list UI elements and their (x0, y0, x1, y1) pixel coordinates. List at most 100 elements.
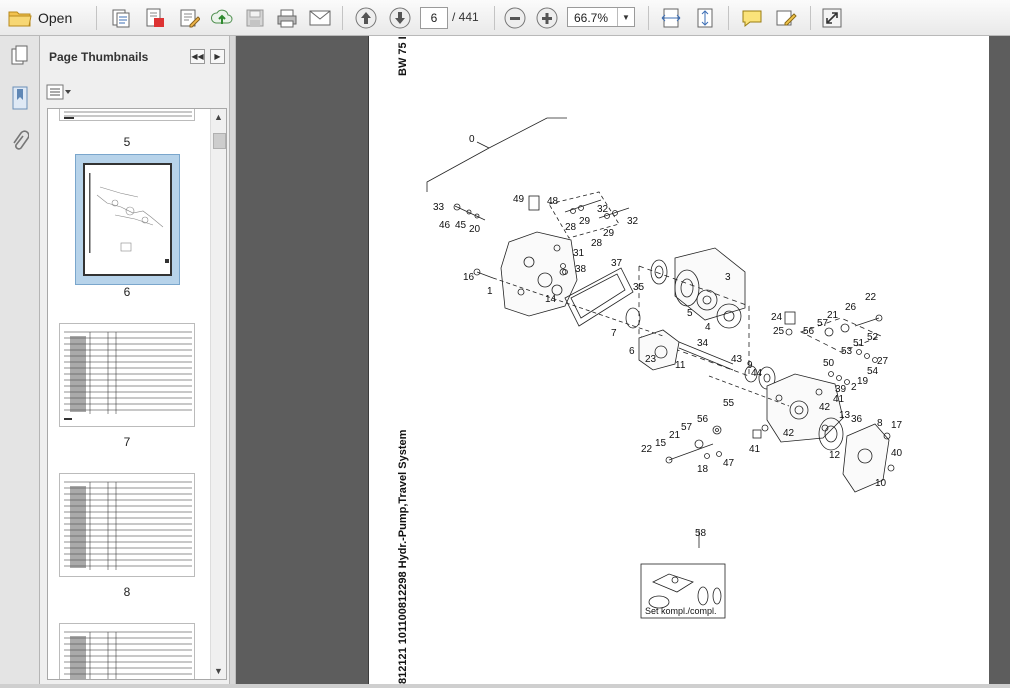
callout-label: 12 (829, 450, 841, 461)
callout-label: 43 (731, 354, 743, 365)
callout-label: 0 (469, 134, 475, 145)
callout-label: 18 (697, 464, 709, 475)
callout-label: 21 (827, 310, 839, 321)
callout-label: 6 (629, 346, 635, 357)
callout-label: 11 (675, 360, 686, 371)
callout-label: 36 (851, 414, 863, 425)
toolbar-separator (96, 6, 97, 30)
callout-label: 52 (867, 332, 879, 343)
fullscreen-icon[interactable] (818, 5, 846, 31)
email-icon[interactable] (306, 5, 334, 31)
thumbnail-options-button[interactable] (46, 83, 72, 101)
collapse-panel-button[interactable]: ◀◀ (190, 49, 205, 64)
fit-width-icon[interactable] (658, 5, 684, 31)
callout-label: 47 (723, 458, 735, 469)
callout-label: 34 (697, 338, 709, 349)
expand-panel-button[interactable]: ▶ (210, 49, 225, 64)
callout-label: 24 (771, 312, 783, 323)
callout-label: 29 (603, 228, 615, 239)
callout-label: 41 (749, 444, 761, 455)
fit-page-icon[interactable] (692, 5, 718, 31)
callout-label: 44 (751, 368, 763, 379)
callout-label: 1 (487, 286, 493, 297)
callout-label: 55 (723, 398, 735, 409)
comment-icon[interactable] (738, 5, 766, 31)
callout-label: 19 (857, 376, 869, 387)
panel-header: Page Thumbnails ◀◀ ▶ (40, 36, 230, 76)
thumbnail-page-7[interactable] (59, 323, 195, 427)
thumbnail-list[interactable]: 5 6 7 8 ▲ ▼ (47, 108, 227, 680)
exploded-parts-diagram: 0 49 48 33 46 45 20 32 29 28 32 29 28 31… (426, 117, 903, 619)
thumbnail-label: 6 (123, 285, 131, 299)
callout-label: 41 (833, 394, 845, 405)
callout-label: 54 (867, 366, 879, 377)
callout-label: 56 (697, 414, 709, 425)
cloud-upload-icon[interactable] (208, 5, 236, 31)
zoom-out-icon[interactable] (502, 5, 528, 31)
callout-label: 40 (891, 448, 903, 459)
callout-label: 32 (627, 216, 639, 227)
callout-label: 31 (573, 248, 585, 259)
page-thumbnails-icon[interactable] (8, 42, 32, 70)
chevron-down-icon[interactable]: ▼ (617, 8, 634, 26)
callout-label: 48 (547, 196, 559, 207)
thumbnail-label: 8 (123, 585, 131, 599)
open-button[interactable]: Open (8, 5, 84, 31)
highlight-icon[interactable] (772, 5, 800, 31)
callout-label: 46 (439, 220, 451, 231)
navigation-rail (0, 36, 40, 688)
callout-label: 45 (455, 220, 467, 231)
print-icon[interactable] (274, 5, 300, 31)
create-pdf-icon[interactable] (108, 5, 134, 31)
callout-label: 21 (669, 430, 681, 441)
callout-label: 33 (433, 202, 445, 213)
callout-label: 10 (875, 478, 887, 489)
panel-title: Page Thumbnails (49, 50, 149, 64)
callout-label: 3 (725, 272, 731, 283)
toolbar-separator (494, 6, 495, 30)
zoom-value: 66.7% (574, 11, 609, 25)
horizontal-scrollbar[interactable] (0, 684, 1010, 688)
callout-label: 14 (545, 294, 557, 305)
callout-label: 53 (841, 346, 853, 357)
callout-label: 27 (877, 356, 889, 367)
callout-label: 13 (839, 410, 851, 421)
toolbar-separator (648, 6, 649, 30)
scroll-down-arrow-icon[interactable]: ▼ (211, 663, 226, 679)
callout-label: 25 (773, 326, 785, 337)
open-label: Open (38, 10, 73, 26)
kit-label: Set kompl./compl. (645, 606, 717, 616)
callout-label: 42 (783, 428, 795, 439)
callout-label: 4 (705, 322, 711, 333)
callout-label: 28 (565, 222, 577, 233)
zoom-in-icon[interactable] (534, 5, 560, 31)
callout-label: 23 (645, 354, 657, 365)
attachments-icon[interactable] (8, 128, 32, 156)
thumbnail-page-9[interactable] (59, 623, 195, 679)
bookmarks-icon[interactable] (8, 84, 32, 112)
callout-label: 37 (611, 258, 623, 269)
thumbnail-page-8[interactable] (59, 473, 195, 577)
folder-icon (8, 8, 32, 28)
toolbar: Open 6 / 441 66.7% ▼ (0, 0, 1010, 36)
document-viewer[interactable]: BW 75 I 812121 101100812298 Hydr.-Pump,T… (236, 36, 1010, 688)
document-page: BW 75 I 812121 101100812298 Hydr.-Pump,T… (368, 36, 989, 688)
callout-label: 20 (469, 224, 481, 235)
form-edit-icon[interactable] (176, 5, 202, 31)
page-number-input[interactable]: 6 (420, 7, 448, 29)
pdf-edit-icon[interactable] (142, 5, 168, 31)
scroll-up-arrow-icon[interactable]: ▲ (211, 109, 226, 125)
thumbnail-scrollbar[interactable]: ▲ ▼ (210, 109, 226, 679)
callout-label: 58 (695, 528, 707, 539)
save-icon[interactable] (242, 5, 268, 31)
thumbnail-page-5[interactable] (59, 109, 195, 121)
zoom-select[interactable]: 66.7% ▼ (567, 7, 635, 27)
toolbar-separator (342, 6, 343, 30)
next-page-icon[interactable] (386, 5, 414, 31)
callout-label: 8 (877, 418, 883, 429)
callout-label: 15 (655, 438, 667, 449)
toolbar-separator (810, 6, 811, 30)
thumbnail-page-6[interactable] (83, 163, 172, 276)
scrollbar-thumb[interactable] (213, 133, 226, 149)
prev-page-icon[interactable] (352, 5, 380, 31)
